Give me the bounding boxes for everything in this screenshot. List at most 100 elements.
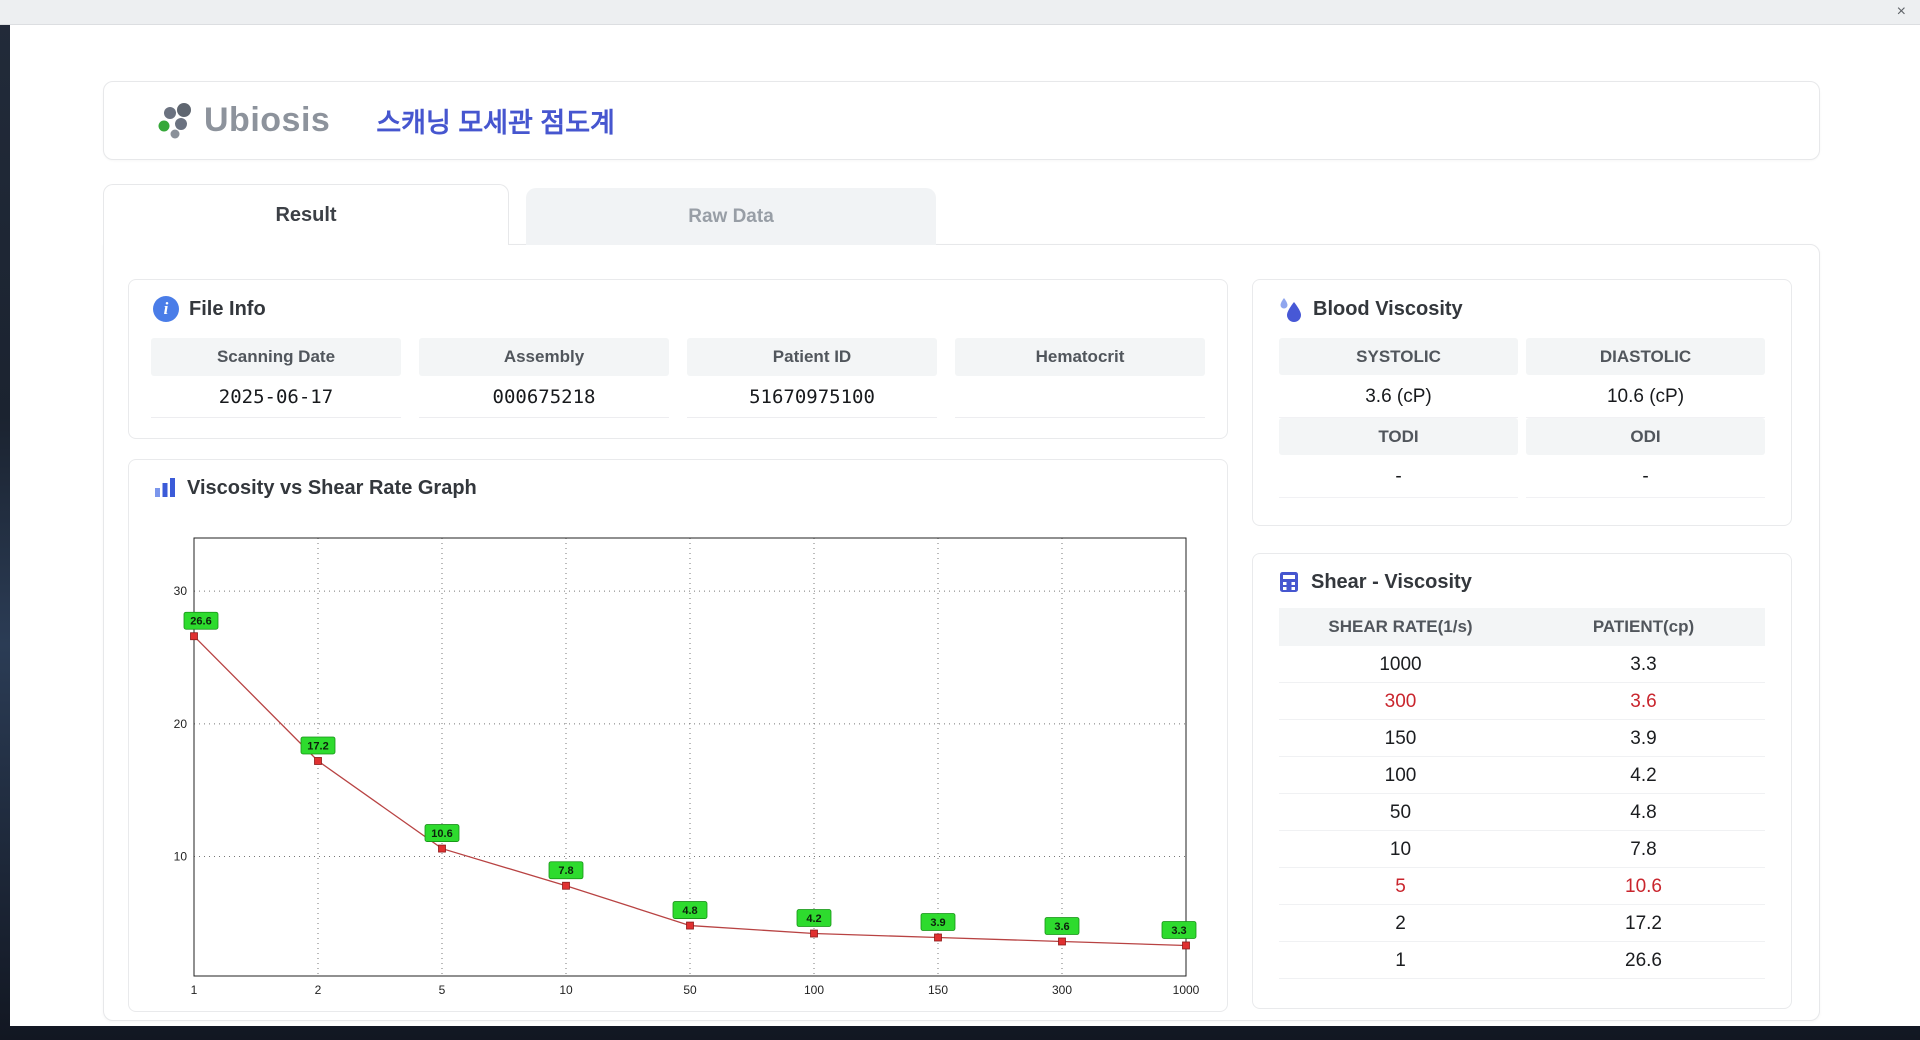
systolic-value: 3.6 (cP) — [1279, 375, 1518, 418]
shear-cell: 5 — [1279, 868, 1522, 905]
shear-cell: 300 — [1279, 683, 1522, 720]
odi-value: - — [1526, 455, 1765, 498]
scanning-date-label: Scanning Date — [151, 338, 401, 376]
table-row: 300 3.6 — [1279, 683, 1765, 720]
patient-column-header: PATIENT(cp) — [1522, 608, 1765, 646]
svg-text:1000: 1000 — [1173, 983, 1200, 997]
window-titlebar: × — [0, 0, 1920, 25]
patient-id-value: 51670975100 — [687, 376, 937, 418]
tab-result-label: Result — [275, 203, 337, 226]
svg-text:17.2: 17.2 — [307, 740, 328, 752]
close-icon[interactable]: × — [1897, 2, 1906, 22]
blood-viscosity-title: Blood Viscosity — [1313, 297, 1463, 320]
odi-label: ODI — [1526, 418, 1765, 455]
patient-cell: 4.2 — [1522, 757, 1765, 794]
app-header: Ubiosis 스캐닝 모세관 점도계 — [103, 81, 1820, 160]
file-info-card: i File Info Scanning Date 2025-06-17 Ass… — [128, 279, 1228, 439]
tab-result[interactable]: Result — [103, 184, 509, 245]
viscosity-chart: 10 20 30 1 2 5 10 50 100 150 300 1000 26.6 17.2 10.6 7.… — [174, 537, 1200, 997]
hematocrit-value — [955, 376, 1205, 418]
shear-viscosity-header: Shear - Viscosity — [1253, 554, 1791, 594]
logo-text: Ubiosis — [204, 101, 331, 139]
result-panel: i File Info Scanning Date 2025-06-17 Ass… — [103, 244, 1820, 1021]
svg-text:3.3: 3.3 — [1171, 925, 1186, 937]
svg-text:10: 10 — [559, 983, 573, 997]
svg-text:50: 50 — [683, 983, 697, 997]
svg-text:100: 100 — [804, 983, 824, 997]
field-assembly: Assembly 000675218 — [419, 338, 669, 418]
table-row: 5 10.6 — [1279, 868, 1765, 905]
svg-text:26.6: 26.6 — [190, 616, 211, 628]
field-hematocrit: Hematocrit — [955, 338, 1205, 418]
patient-cell: 3.6 — [1522, 683, 1765, 720]
table-row: 1000 3.3 — [1279, 646, 1765, 683]
file-info-fields: Scanning Date 2025-06-17 Assembly 000675… — [129, 338, 1227, 418]
patient-cell: 10.6 — [1522, 868, 1765, 905]
shear-cell: 10 — [1279, 831, 1522, 868]
shear-cell: 1000 — [1279, 646, 1522, 683]
shear-viscosity-table: SHEAR RATE(1/s) PATIENT(cp) 1000 3.3 300… — [1253, 608, 1791, 979]
svg-text:3.9: 3.9 — [930, 917, 945, 929]
shear-viscosity-card: Shear - Viscosity SHEAR RATE(1/s) PATIEN… — [1252, 553, 1792, 1009]
tab-raw-data-label: Raw Data — [688, 205, 774, 227]
page-title: 스캐닝 모세관 점도계 — [376, 108, 615, 138]
svg-text:30: 30 — [174, 584, 188, 598]
assembly-label: Assembly — [419, 338, 669, 376]
blood-viscosity-grid: SYSTOLIC DIASTOLIC 3.6 (cP) 10.6 (cP) TO… — [1253, 338, 1791, 498]
svg-text:2: 2 — [315, 983, 322, 997]
svg-text:5: 5 — [439, 983, 446, 997]
diastolic-label: DIASTOLIC — [1526, 338, 1765, 375]
table-row: 150 3.9 — [1279, 720, 1765, 757]
scanning-date-value: 2025-06-17 — [151, 376, 401, 418]
patient-cell: 26.6 — [1522, 942, 1765, 979]
patient-cell: 17.2 — [1522, 905, 1765, 942]
ubiosis-logo: Ubiosis — [150, 100, 330, 142]
todi-value: - — [1279, 455, 1518, 498]
hematocrit-label: Hematocrit — [955, 338, 1205, 376]
svg-text:3.6: 3.6 — [1054, 921, 1069, 933]
viscosity-graph-card: Viscosity vs Shear Rate Graph 10 20 30 1 2 5 1… — [128, 459, 1228, 1012]
patient-cell: 4.8 — [1522, 794, 1765, 831]
shear-cell: 50 — [1279, 794, 1522, 831]
blood-viscosity-card: Blood Viscosity SYSTOLIC DIASTOLIC 3.6 (… — [1252, 279, 1792, 526]
shear-cell: 2 — [1279, 905, 1522, 942]
patient-cell: 3.3 — [1522, 646, 1765, 683]
svg-text:4.8: 4.8 — [682, 905, 697, 917]
table-calculator-icon — [1280, 572, 1298, 592]
field-scanning-date: Scanning Date 2025-06-17 — [151, 338, 401, 418]
svg-text:300: 300 — [1052, 983, 1072, 997]
svg-text:10: 10 — [174, 850, 188, 864]
patient-cell: 3.9 — [1522, 720, 1765, 757]
shear-cell: 150 — [1279, 720, 1522, 757]
file-info-title: File Info — [189, 297, 266, 320]
table-header-row: SHEAR RATE(1/s) PATIENT(cp) — [1279, 608, 1765, 646]
info-icon: i — [153, 296, 179, 322]
diastolic-value: 10.6 (cP) — [1526, 375, 1765, 418]
table-row: 1 26.6 — [1279, 942, 1765, 979]
todi-label: TODI — [1279, 418, 1518, 455]
patient-id-label: Patient ID — [687, 338, 937, 376]
assembly-value: 000675218 — [419, 376, 669, 418]
shear-cell: 100 — [1279, 757, 1522, 794]
svg-text:7.8: 7.8 — [558, 865, 573, 877]
svg-text:1: 1 — [191, 983, 198, 997]
shear-cell: 1 — [1279, 942, 1522, 979]
shear-rate-column-header: SHEAR RATE(1/s) — [1279, 608, 1522, 646]
patient-cell: 7.8 — [1522, 831, 1765, 868]
table-row: 2 17.2 — [1279, 905, 1765, 942]
blood-viscosity-header: Blood Viscosity — [1253, 280, 1791, 322]
tab-raw-data[interactable]: Raw Data — [526, 188, 936, 245]
droplet-icon — [1280, 298, 1301, 322]
systolic-label: SYSTOLIC — [1279, 338, 1518, 375]
table-row: 50 4.8 — [1279, 794, 1765, 831]
table-row: 10 7.8 — [1279, 831, 1765, 868]
field-patient-id: Patient ID 51670975100 — [687, 338, 937, 418]
svg-text:20: 20 — [174, 717, 188, 731]
svg-text:150: 150 — [928, 983, 948, 997]
app-surface: Ubiosis 스캐닝 모세관 점도계 Result Raw Data i Fi… — [10, 25, 1920, 1026]
svg-text:10.6: 10.6 — [431, 828, 452, 840]
shear-viscosity-title: Shear - Viscosity — [1311, 570, 1472, 593]
file-info-header: i File Info — [129, 280, 1227, 322]
desktop-background: × Ubiosis 스캐닝 모세관 점도계 Result Raw Data i … — [0, 0, 1920, 1040]
table-row: 100 4.2 — [1279, 757, 1765, 794]
